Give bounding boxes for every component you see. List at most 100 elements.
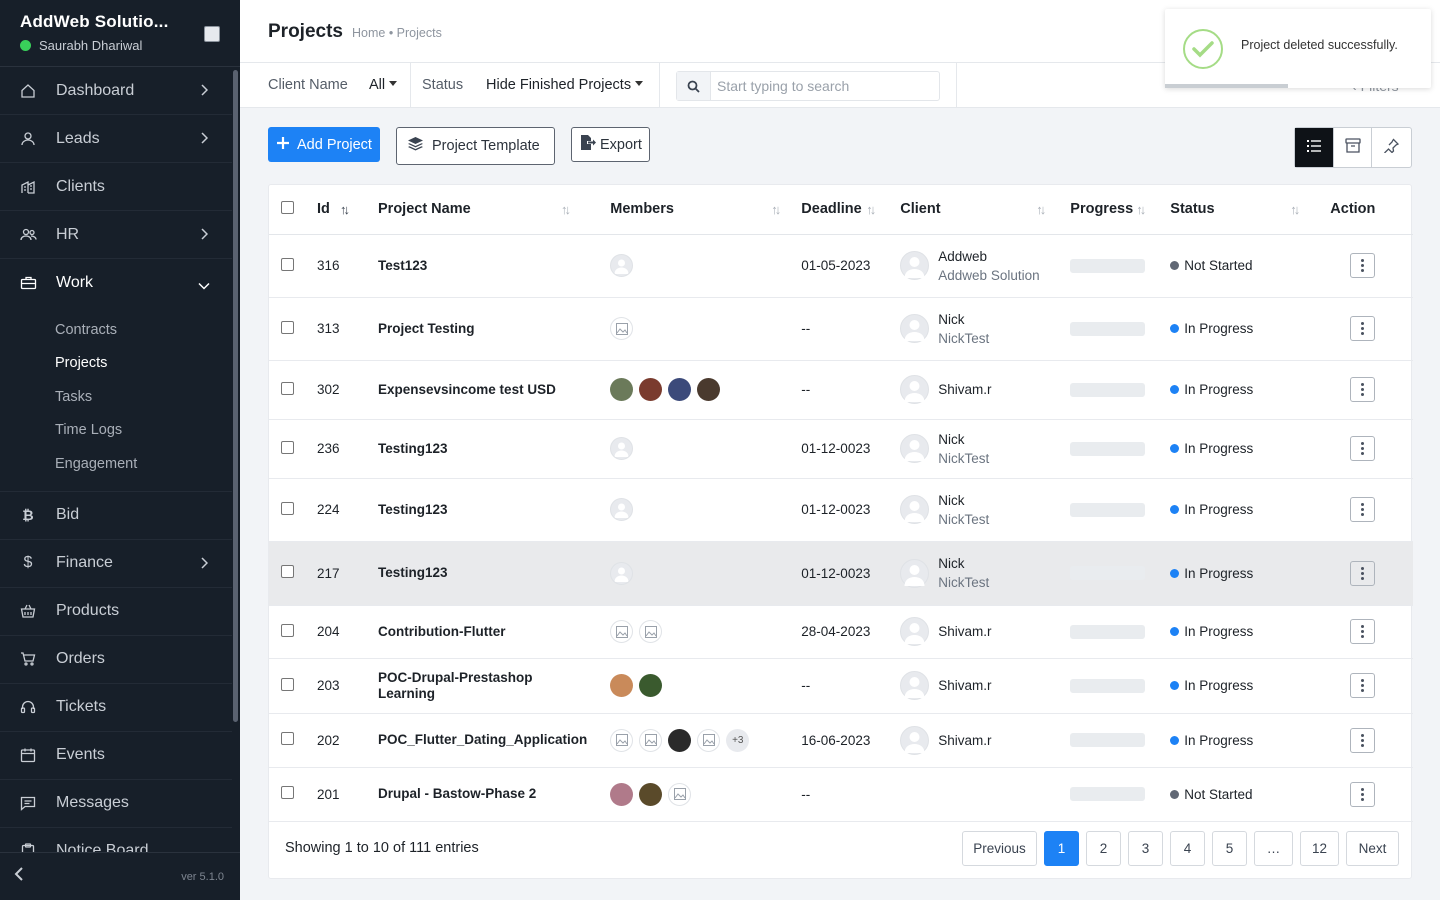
sidebar-item-hr[interactable]: HR — [0, 211, 232, 259]
sidebar-item-events[interactable]: Events — [0, 732, 232, 780]
pagination-page[interactable]: 3 — [1128, 831, 1163, 866]
avatar[interactable] — [697, 728, 721, 752]
row-actions-menu-button[interactable] — [1350, 619, 1376, 644]
pagination-page[interactable]: 12 — [1300, 831, 1339, 866]
avatar[interactable] — [668, 782, 692, 806]
project-template-button[interactable]: Project Template — [396, 127, 555, 165]
row-checkbox[interactable] — [281, 257, 294, 271]
client-cell[interactable]: Shivam.r — [900, 375, 1070, 404]
row-actions-menu-button[interactable] — [1350, 377, 1376, 402]
sidebar-item-clients[interactable]: Clients — [0, 163, 232, 211]
project-name-link[interactable]: Test123 — [372, 234, 608, 298]
project-name-link[interactable]: Drupal - Bastow-Phase 2 — [372, 767, 608, 822]
sidebar-item-bid[interactable]: ₿ Bid — [0, 492, 232, 540]
sidebar-item-leads[interactable]: Leads — [0, 115, 232, 163]
avatar[interactable] — [610, 620, 634, 643]
client-cell[interactable]: Nick NickTest — [900, 310, 1070, 348]
sidebar-item-notice-board[interactable]: Notice Board — [0, 828, 232, 853]
submenu-engagement[interactable]: Engagement — [55, 447, 232, 481]
avatar[interactable] — [610, 378, 634, 401]
table-row[interactable]: 302 Expensevsincome test USD -- Shivam.r In … — [269, 360, 1413, 420]
client-cell[interactable]: Shivam.r — [900, 617, 1070, 646]
project-name-link[interactable]: Contribution-Flutter — [372, 605, 608, 659]
pagination-page[interactable]: 4 — [1170, 831, 1205, 866]
table-row[interactable]: 204 Contribution-Flutter 28-04-2023 Shivam.… — [269, 605, 1413, 659]
column-header-project-name[interactable]: Project Name ↑↓ — [372, 185, 608, 235]
collapse-sidebar-icon[interactable] — [14, 867, 24, 886]
project-name-link[interactable]: Testing123 — [372, 419, 608, 479]
pagination-page[interactable]: 1 — [1044, 831, 1079, 866]
row-actions-menu-button[interactable] — [1350, 497, 1376, 522]
column-header-client[interactable]: Client ↑↓ — [900, 185, 1071, 235]
pagination-previous[interactable]: Previous — [962, 831, 1037, 866]
column-header-progress[interactable]: Progress ↑↓ — [1070, 185, 1171, 235]
sidebar-scrollbar[interactable] — [233, 70, 238, 722]
project-name-link[interactable]: Testing123 — [372, 541, 608, 606]
sidebar-item-dashboard[interactable]: Dashboard — [0, 67, 232, 115]
row-actions-menu-button[interactable] — [1350, 560, 1376, 586]
avatar[interactable] — [610, 254, 634, 277]
row-checkbox[interactable] — [281, 786, 294, 799]
avatar[interactable] — [639, 620, 663, 643]
row-actions-menu-button[interactable] — [1350, 727, 1376, 753]
table-row[interactable]: 202 POC_Flutter_Dating_Application +3 16-06… — [269, 713, 1413, 768]
table-row[interactable]: 217 Testing123 01-12-0023 Nick NickTest In Pr… — [269, 541, 1413, 606]
row-actions-menu-button[interactable] — [1350, 436, 1376, 461]
table-row[interactable]: 203 POC-Drupal-Prestashop Learning -- Shiva… — [269, 658, 1413, 714]
row-actions-menu-button[interactable] — [1350, 673, 1376, 698]
status-filter-dropdown[interactable]: Hide Finished Projects — [486, 77, 644, 93]
row-actions-menu-button[interactable] — [1350, 253, 1376, 278]
avatar[interactable] — [610, 498, 634, 521]
search-input[interactable] — [711, 72, 939, 100]
export-button[interactable]: Export — [571, 127, 650, 162]
avatar[interactable] — [639, 728, 663, 752]
row-checkbox[interactable] — [281, 440, 294, 454]
archive-view-button[interactable] — [1334, 128, 1373, 167]
row-checkbox[interactable] — [281, 501, 294, 515]
select-all-checkbox[interactable] — [281, 200, 294, 214]
pinned-view-button[interactable] — [1372, 128, 1411, 167]
sidebar-item-products[interactable]: Products — [0, 588, 232, 636]
avatar[interactable] — [668, 378, 692, 401]
table-row[interactable]: 224 Testing123 01-12-0023 Nick NickTest In Pr… — [269, 478, 1413, 542]
row-checkbox[interactable] — [281, 732, 294, 745]
row-checkbox[interactable] — [281, 381, 294, 395]
sidebar-item-messages[interactable]: Messages — [0, 780, 232, 828]
table-row[interactable]: 313 Project Testing -- Nick NickTest In Progr… — [269, 297, 1413, 361]
user-info[interactable]: Saurabh Dhariwal — [20, 38, 220, 53]
row-actions-menu-button[interactable] — [1350, 781, 1376, 807]
project-name-link[interactable]: Expensevsincome test USD — [372, 360, 608, 420]
list-view-button[interactable] — [1295, 128, 1334, 167]
avatar[interactable] — [610, 437, 634, 460]
column-header-members[interactable]: Members ↑↓ — [607, 185, 802, 235]
column-header-id[interactable]: Id ↑↓ — [305, 185, 372, 235]
sidebar-item-tickets[interactable]: Tickets — [0, 684, 232, 732]
avatar[interactable] — [639, 378, 663, 401]
breadcrumb[interactable]: Home • Projects — [352, 26, 442, 40]
more-members-badge[interactable]: +3 — [726, 728, 750, 752]
avatar[interactable] — [639, 674, 663, 697]
avatar[interactable] — [610, 782, 634, 806]
project-name-link[interactable]: Project Testing — [372, 297, 608, 361]
client-filter-dropdown[interactable]: All — [369, 77, 398, 93]
row-checkbox[interactable] — [281, 623, 294, 637]
submenu-projects[interactable]: Projects — [55, 347, 232, 381]
add-project-button[interactable]: Add Project — [268, 127, 380, 162]
table-row[interactable]: 316 Test123 01-05-2023 Addweb Addweb Solutio… — [269, 234, 1413, 298]
client-cell[interactable]: Nick NickTest — [900, 491, 1070, 529]
row-checkbox[interactable] — [281, 320, 294, 334]
avatar[interactable] — [610, 674, 634, 697]
pagination-page[interactable]: 5 — [1212, 831, 1247, 866]
client-cell[interactable]: Nick NickTest — [900, 430, 1070, 468]
avatar[interactable] — [610, 561, 634, 585]
row-actions-menu-button[interactable] — [1350, 316, 1376, 341]
client-cell[interactable]: Shivam.r — [900, 725, 1070, 755]
avatar[interactable] — [668, 728, 692, 752]
column-header-deadline[interactable]: Deadline ↑↓ — [801, 185, 901, 235]
sidebar-item-work[interactable]: Work — [0, 259, 232, 307]
avatar[interactable] — [697, 378, 721, 401]
client-cell[interactable]: Nick NickTest — [900, 554, 1070, 592]
avatar[interactable] — [639, 782, 663, 806]
row-checkbox[interactable] — [281, 565, 294, 578]
sidebar-item-finance[interactable]: $ Finance — [0, 540, 232, 588]
